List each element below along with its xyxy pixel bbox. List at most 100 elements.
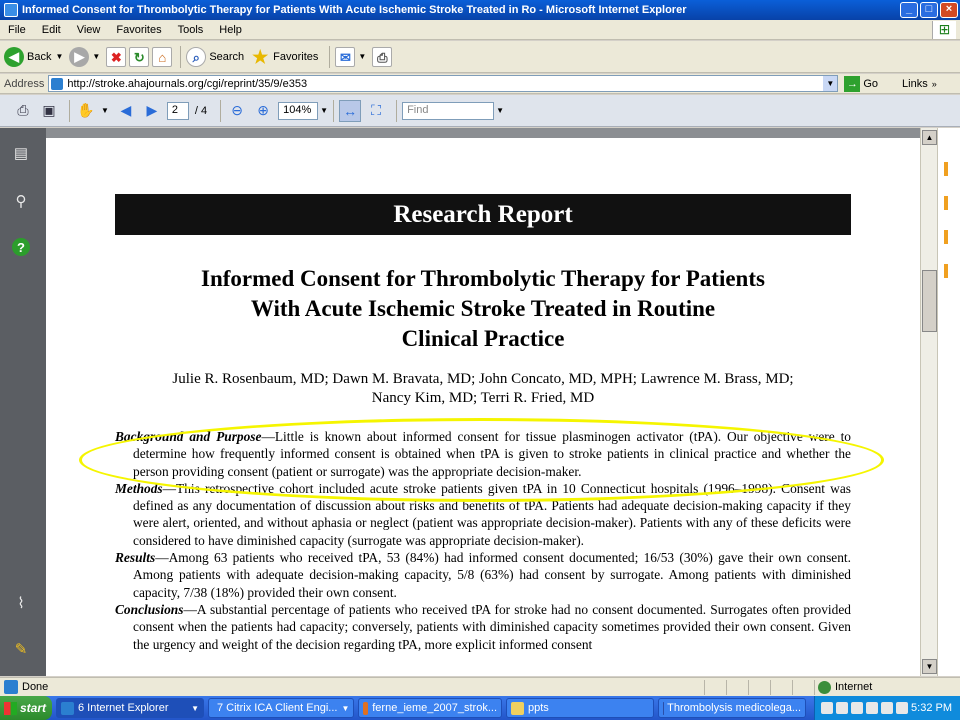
minimize-button[interactable]: _ xyxy=(900,2,918,18)
find-box[interactable]: Find ▼ xyxy=(402,101,504,120)
windows-logo-icon: ⊞ xyxy=(932,21,956,39)
vertical-scrollbar[interactable]: ▲ ▼ xyxy=(920,128,937,676)
menu-help[interactable]: Help xyxy=(211,24,250,36)
forward-arrow-icon: ▶ xyxy=(69,46,90,67)
tray-icon[interactable] xyxy=(881,702,893,714)
maximize-button[interactable]: □ xyxy=(920,2,938,18)
paper-title-line: Clinical Practice xyxy=(401,326,565,351)
status-page-icon xyxy=(4,680,18,694)
status-cell xyxy=(792,679,793,695)
links-button[interactable]: Links xyxy=(902,78,928,90)
back-button[interactable]: ◀ Back ▼ xyxy=(4,46,63,67)
tray-icon[interactable] xyxy=(896,702,908,714)
pages-icon[interactable]: ▤ xyxy=(10,142,32,164)
pdf-page: Research Report Informed Consent for Thr… xyxy=(46,138,920,676)
zoom-value[interactable]: 104% xyxy=(278,101,319,120)
address-url[interactable]: http://stroke.ahajournals.org/cgi/reprin… xyxy=(67,78,823,90)
standard-toolbar: ◀ Back ▼ ▶ ▼ ✖ ↻ ⌂ ⌕ Search ★ Favorites … xyxy=(0,41,960,73)
menu-bar: File Edit View Favorites Tools Help ⊞ xyxy=(0,20,960,40)
address-dropdown-icon[interactable]: ▼ xyxy=(823,76,838,91)
security-zone: Internet xyxy=(818,680,872,694)
zoom-select[interactable]: 104% ▼ xyxy=(278,101,328,120)
status-text: Done xyxy=(22,681,49,693)
file-task-icon xyxy=(363,701,369,715)
go-button[interactable]: → Go xyxy=(844,75,878,92)
tray-icon[interactable] xyxy=(866,702,878,714)
toolbar-separator xyxy=(69,99,70,122)
tray-icon[interactable] xyxy=(821,702,833,714)
paper-title-line: With Acute Ischemic Stroke Treated in Ro… xyxy=(250,296,716,321)
clock[interactable]: 5:32 PM xyxy=(911,702,952,714)
taskbar-item-citrix[interactable]: 7 Citrix ICA Client Engi... ▼ xyxy=(208,698,354,718)
menu-favorites[interactable]: Favorites xyxy=(108,24,169,36)
taskbar-item-ferne-file[interactable]: ferne_ieme_2007_strok... xyxy=(358,698,502,718)
refresh-icon[interactable]: ↻ xyxy=(129,46,150,67)
comments-icon[interactable]: ✎ xyxy=(10,638,32,660)
previous-page-icon[interactable]: ◀ xyxy=(115,100,137,122)
scroll-up-icon[interactable]: ▲ xyxy=(922,130,937,145)
back-arrow-icon: ◀ xyxy=(4,46,24,67)
next-page-icon[interactable]: ▶ xyxy=(141,100,163,122)
taskbar: start 6 Internet Explorer ▼ 7 Citrix ICA… xyxy=(0,696,960,720)
search-label: Search xyxy=(209,50,245,63)
mail-icon[interactable]: ✉ xyxy=(335,46,356,67)
help-icon[interactable]: ? xyxy=(12,238,30,256)
zoom-out-icon[interactable]: ⊖ xyxy=(226,100,248,122)
section-body: —A substantial percentage of patients wh… xyxy=(133,601,851,652)
scroll-down-icon[interactable]: ▼ xyxy=(922,659,937,674)
go-arrow-icon: → xyxy=(844,75,861,92)
taskbar-item-word-document[interactable]: Thrombolysis medicolega... xyxy=(658,698,806,718)
page-number-input[interactable]: 2 xyxy=(166,101,189,120)
address-input[interactable]: http://stroke.ahajournals.org/cgi/reprin… xyxy=(48,75,839,92)
window-title-bar[interactable]: Informed Consent for Thrombolytic Therap… xyxy=(0,0,960,20)
menu-file[interactable]: File xyxy=(0,24,34,36)
binoculars-icon[interactable]: ⚲ xyxy=(10,190,32,212)
status-bar: Done Internet xyxy=(0,677,960,696)
task-label: Thrombolysis medicolega... xyxy=(667,702,801,714)
globe-icon xyxy=(818,680,831,694)
pdf-tools-dropdown-icon[interactable]: ▼ xyxy=(101,106,109,115)
favorites-button[interactable]: ★ Favorites xyxy=(250,47,318,67)
zoom-dropdown-icon[interactable]: ▼ xyxy=(320,106,328,115)
pdf-tools-icon[interactable]: ✋ xyxy=(75,100,97,122)
pdf-document-view[interactable]: Research Report Informed Consent for Thr… xyxy=(46,128,920,676)
system-tray: 5:32 PM xyxy=(814,696,960,720)
find-dropdown-icon[interactable]: ▼ xyxy=(496,106,504,115)
status-cell xyxy=(726,679,727,695)
home-icon[interactable]: ⌂ xyxy=(152,46,173,67)
forward-button[interactable]: ▶ ▼ xyxy=(69,46,100,67)
menu-tools[interactable]: Tools xyxy=(170,24,212,36)
folder-task-icon xyxy=(511,701,524,715)
start-button[interactable]: start xyxy=(0,696,52,720)
stop-icon[interactable]: ✖ xyxy=(106,46,127,67)
mail-dropdown-icon[interactable]: ▼ xyxy=(358,52,366,61)
scroll-thumb[interactable] xyxy=(922,270,937,332)
pdf-save-icon[interactable]: ▣ xyxy=(38,100,60,122)
print-icon[interactable]: ⎙ xyxy=(372,46,393,67)
menu-view[interactable]: View xyxy=(69,24,109,36)
fit-width-icon[interactable]: ↔ xyxy=(339,99,362,122)
toolbar-separator xyxy=(220,99,222,122)
search-button[interactable]: ⌕ Search xyxy=(186,46,245,67)
tray-icon[interactable] xyxy=(851,702,863,714)
back-dropdown-icon[interactable]: ▼ xyxy=(55,52,63,61)
research-report-banner: Research Report xyxy=(115,194,851,235)
links-chevron-icon[interactable]: » xyxy=(932,79,937,89)
tray-icon[interactable] xyxy=(836,702,848,714)
status-cell xyxy=(704,679,705,695)
taskbar-item-ppts-folder[interactable]: ppts xyxy=(506,698,654,718)
task-label: 7 Citrix ICA Client Engi... xyxy=(217,702,338,714)
pdf-side-panel: ▤ ⚲ ? ⌇ ✎ xyxy=(0,128,46,676)
zoom-in-icon[interactable]: ⊕ xyxy=(252,100,274,122)
start-label: start xyxy=(20,701,47,715)
menu-edit[interactable]: Edit xyxy=(34,24,69,36)
fit-page-icon[interactable]: ⛶ xyxy=(365,100,387,122)
forward-dropdown-icon[interactable]: ▼ xyxy=(92,52,100,61)
find-input[interactable]: Find xyxy=(402,101,495,120)
taskbar-item-internet-explorer[interactable]: 6 Internet Explorer ▼ xyxy=(56,698,204,718)
status-cell xyxy=(814,679,815,695)
attachment-paperclip-icon[interactable]: ⌇ xyxy=(10,592,32,614)
pdf-print-icon[interactable]: ⎙ xyxy=(12,100,34,122)
close-button[interactable]: × xyxy=(940,2,958,18)
windows-flag-icon xyxy=(4,701,17,715)
